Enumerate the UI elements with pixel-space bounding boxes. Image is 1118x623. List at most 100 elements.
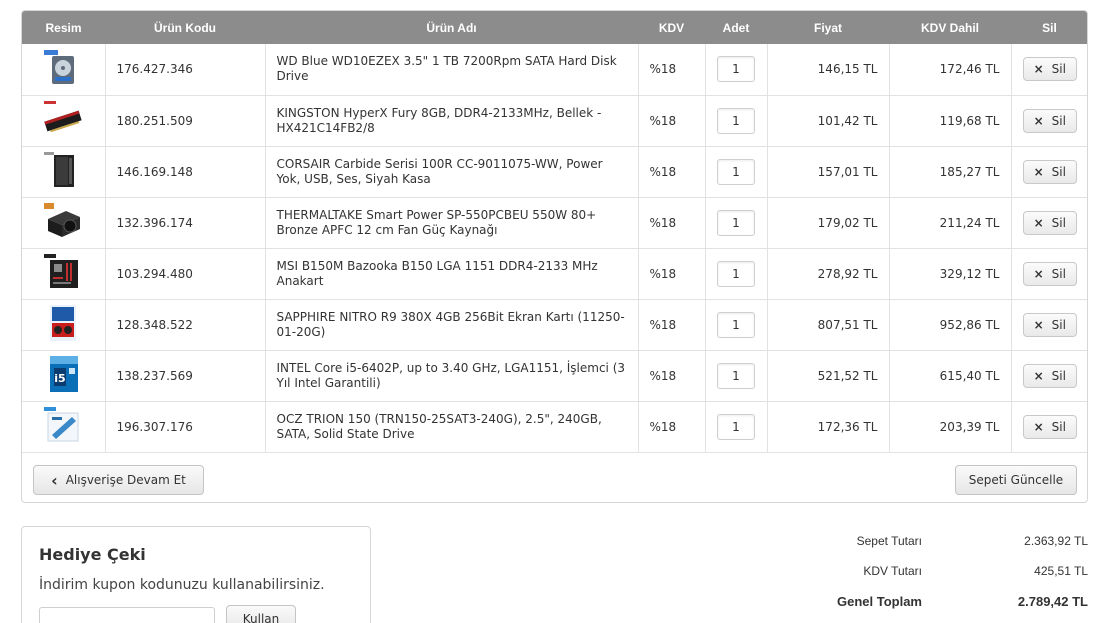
product-price-with-tax: 952,86 TL (889, 299, 1012, 351)
cart-row: 176.427.346 WD Blue WD10EZEX 3.5" 1 TB 72… (22, 44, 1087, 96)
product-code-link[interactable]: 146.169.148 (105, 146, 266, 198)
product-name: MSI B150M Bazooka B150 LGA 1151 DDR4-213… (265, 248, 639, 300)
ram-module-icon[interactable] (42, 99, 84, 139)
gift-voucher-panel: Hediye Çeki İndirim kupon kodunuzu kulla… (21, 526, 371, 623)
delete-label: Sil (1051, 419, 1066, 434)
product-code-link[interactable]: 132.396.174 (105, 197, 266, 249)
quantity-input[interactable] (717, 56, 755, 83)
product-name: KINGSTON HyperX Fury 8GB, DDR4-2133MHz, … (265, 95, 639, 147)
product-price: 807,51 TL (767, 299, 890, 351)
product-code-link[interactable]: 128.348.522 (105, 299, 266, 351)
cart-row: i5 138.237.569 INTEL Core i5-6402P, up to … (22, 350, 1087, 402)
quantity-cell (705, 146, 768, 198)
product-image-cell (22, 44, 106, 96)
cart-panel: Resim Ürün Kodu Ürün Adı KDV Adet Fiyat … (21, 10, 1088, 503)
product-name: OCZ TRION 150 (TRN150-25SAT3-240G), 2.5"… (265, 401, 639, 453)
header-qty: Adet (705, 11, 767, 44)
product-image-cell (22, 95, 106, 147)
delete-item-button[interactable]: × Sil (1022, 210, 1077, 235)
product-code-link[interactable]: 180.251.509 (105, 95, 266, 147)
product-name: SAPPHIRE NITRO R9 380X 4GB 256Bit Ekran … (265, 299, 639, 351)
quantity-input[interactable] (717, 413, 755, 440)
header-image: Resim (22, 11, 105, 44)
delete-label: Sil (1051, 164, 1066, 179)
coupon-code-input[interactable] (39, 607, 215, 623)
product-price: 278,92 TL (767, 248, 890, 300)
tax-value: 425,51 TL (1034, 564, 1088, 578)
cart-row: 196.307.176 OCZ TRION 150 (TRN150-25SAT3-… (22, 401, 1087, 453)
tax-row: KDV Tutarı 425,51 TL (780, 556, 1090, 586)
header-total: KDV Dahil (889, 11, 1011, 44)
product-name: WD Blue WD10EZEX 3.5" 1 TB 7200Rpm SATA … (265, 44, 639, 96)
pc-case-icon[interactable] (42, 150, 84, 190)
product-price: 179,02 TL (767, 197, 890, 249)
quantity-cell (705, 350, 768, 402)
delete-item-button[interactable]: × Sil (1022, 312, 1077, 337)
grand-total-row: Genel Toplam 2.789,42 TL (780, 586, 1090, 616)
delete-label: Sil (1051, 215, 1066, 230)
product-code-link[interactable]: 138.237.569 (105, 350, 266, 402)
delete-cell: × Sil (1011, 248, 1087, 300)
delete-item-button[interactable]: × Sil (1022, 363, 1077, 388)
update-cart-button[interactable]: Sepeti Güncelle (955, 465, 1077, 495)
cpu-box-icon[interactable]: i5 (42, 354, 84, 394)
product-kdv-rate: %18 (638, 401, 706, 453)
delete-label: Sil (1051, 368, 1066, 383)
product-image-cell (22, 299, 106, 351)
cart-table: Resim Ürün Kodu Ürün Adı KDV Adet Fiyat … (22, 11, 1087, 453)
gift-voucher-title: Hediye Çeki (39, 545, 146, 564)
product-image-cell (22, 248, 106, 300)
product-code-link[interactable]: 196.307.176 (105, 401, 266, 453)
order-totals: Sepet Tutarı 2.363,92 TL KDV Tutarı 425,… (780, 526, 1090, 616)
product-price-with-tax: 119,68 TL (889, 95, 1012, 147)
tax-label: KDV Tutarı (863, 564, 922, 578)
delete-item-button[interactable]: × Sil (1022, 108, 1077, 133)
ssd-box-icon[interactable] (42, 405, 84, 445)
quantity-cell (705, 248, 768, 300)
product-code-link[interactable]: 103.294.480 (105, 248, 266, 300)
quantity-cell (705, 197, 768, 249)
graphics-card-icon[interactable] (42, 303, 84, 343)
delete-item-button[interactable]: × Sil (1022, 261, 1077, 286)
product-price-with-tax: 185,27 TL (889, 146, 1012, 198)
close-icon: × (1033, 215, 1044, 230)
product-image-cell (22, 146, 106, 198)
cart-row: 180.251.509 KINGSTON HyperX Fury 8GB, DDR… (22, 95, 1087, 147)
quantity-input[interactable] (717, 260, 755, 287)
quantity-cell (705, 401, 768, 453)
product-image-cell: i5 (22, 350, 106, 402)
product-code-link[interactable]: 176.427.346 (105, 44, 266, 96)
product-price: 157,01 TL (767, 146, 890, 198)
hard-disk-icon[interactable] (42, 48, 84, 88)
power-supply-icon[interactable] (42, 201, 84, 241)
delete-item-button[interactable]: × Sil (1022, 57, 1077, 82)
quantity-input[interactable] (717, 107, 755, 134)
delete-cell: × Sil (1011, 95, 1087, 147)
delete-item-button[interactable]: × Sil (1022, 414, 1077, 439)
svg-text:i5: i5 (55, 372, 66, 385)
motherboard-icon[interactable] (42, 252, 84, 292)
continue-shopping-label: Alışverişe Devam Et (65, 473, 186, 487)
delete-cell: × Sil (1011, 299, 1087, 351)
quantity-input[interactable] (717, 311, 755, 338)
header-name: Ürün Adı (265, 11, 638, 44)
close-icon: × (1033, 62, 1044, 77)
continue-shopping-button[interactable]: ‹ Alışverişe Devam Et (33, 465, 204, 495)
product-kdv-rate: %18 (638, 299, 706, 351)
quantity-cell (705, 95, 768, 147)
product-image-cell (22, 197, 106, 249)
product-kdv-rate: %18 (638, 146, 706, 198)
delete-item-button[interactable]: × Sil (1022, 159, 1077, 184)
header-price: Fiyat (767, 11, 889, 44)
apply-coupon-button[interactable]: Kullan (226, 605, 296, 623)
cart-row: 128.348.522 SAPPHIRE NITRO R9 380X 4GB 25… (22, 299, 1087, 351)
cart-row: 103.294.480 MSI B150M Bazooka B150 LGA 11… (22, 248, 1087, 300)
product-kdv-rate: %18 (638, 44, 706, 96)
quantity-input[interactable] (717, 158, 755, 185)
delete-cell: × Sil (1011, 146, 1087, 198)
chevron-left-icon: ‹ (51, 470, 58, 490)
quantity-input[interactable] (717, 362, 755, 389)
quantity-cell (705, 44, 768, 96)
subtotal-label: Sepet Tutarı (856, 534, 922, 548)
quantity-input[interactable] (717, 209, 755, 236)
